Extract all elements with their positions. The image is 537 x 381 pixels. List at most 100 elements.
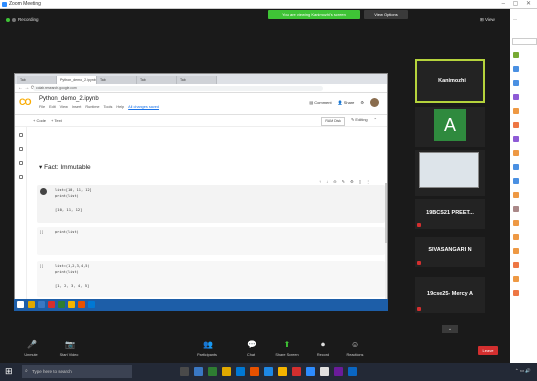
code-cell[interactable]: [ ] print(list) (37, 227, 385, 255)
add-code-button[interactable]: + Code (33, 118, 46, 123)
editing-mode-button[interactable]: ✎ Editing (351, 117, 368, 126)
system-tray[interactable]: ⌃ ▭ 🔊 (515, 368, 531, 374)
side-panel-item[interactable] (513, 261, 537, 269)
taskbar-app-icon[interactable] (306, 367, 315, 376)
close-panel-icon[interactable]: — (513, 16, 517, 21)
taskbar-app-icon[interactable] (320, 367, 329, 376)
code-snippets-icon[interactable] (19, 161, 23, 165)
side-panel-item[interactable] (513, 219, 537, 227)
reactions-button[interactable]: ☺ Reactions (338, 341, 372, 358)
side-panel-item[interactable] (513, 191, 537, 199)
menu-insert[interactable]: Insert (72, 105, 82, 109)
item-icon (513, 136, 519, 142)
side-panel-item[interactable] (513, 93, 537, 101)
add-text-button[interactable]: + Text (51, 118, 62, 123)
browser-tab[interactable]: Tab (17, 76, 57, 84)
side-panel-item[interactable] (513, 275, 537, 283)
view-button[interactable]: ⊞ View (480, 17, 495, 23)
colab-header-actions: ▤ Comment 👤 Share ⚙ (309, 98, 379, 107)
taskbar-app-icon[interactable] (278, 367, 287, 376)
participant-tile[interactable]: SIVASANGARI N (415, 237, 485, 267)
side-panel-item[interactable] (513, 65, 537, 73)
menu-file[interactable]: File (39, 105, 45, 109)
expand-icon[interactable]: ⌃ (374, 117, 377, 126)
side-panel-search[interactable] (512, 38, 537, 45)
side-panel-item[interactable] (513, 177, 537, 185)
comment-button[interactable]: ▤ Comment (309, 100, 331, 105)
menu-view[interactable]: View (60, 105, 68, 109)
browser-tab[interactable]: Tab (177, 76, 217, 84)
leave-meeting-button[interactable]: Leave (478, 346, 498, 355)
code-cell[interactable]: [ ] list=(1,2,3,4,5) print(list) [1, 2, … (37, 261, 385, 297)
notebook-scrollbar[interactable] (385, 183, 387, 310)
taskbar-app-icon[interactable] (334, 367, 343, 376)
side-panel-item[interactable] (513, 205, 537, 213)
colab-header: CO Python_demo_2.ipynb File Edit View In… (15, 93, 387, 115)
side-panel-item[interactable] (513, 107, 537, 115)
menu-help[interactable]: Help (116, 105, 124, 109)
code-cell[interactable]: list=[10, 11, 12] print(list) [10, 11, 1… (37, 185, 385, 223)
record-button[interactable]: ⏺ Record (306, 341, 340, 358)
side-panel-item[interactable] (513, 51, 537, 59)
unmute-button[interactable]: 🎤 Unmute (14, 341, 48, 358)
files-icon[interactable] (19, 175, 23, 179)
menu-runtime[interactable]: Runtime (85, 105, 99, 109)
browser-tab[interactable]: Tab (137, 76, 177, 84)
start-video-button[interactable]: 📷 Start Video (52, 341, 86, 358)
cell-toolbar[interactable]: ↑ ↓ ⊖ ✎ ⚙ ▯ ⋮ (319, 179, 372, 184)
participants-button[interactable]: 👥 Participants (190, 341, 224, 358)
toc-icon[interactable] (19, 133, 23, 137)
settings-gear-icon[interactable]: ⚙ (360, 100, 364, 105)
taskbar-app-icon[interactable] (348, 367, 357, 376)
view-label: View (485, 17, 495, 22)
taskbar-app-icon[interactable] (264, 367, 273, 376)
menu-edit[interactable]: Edit (49, 105, 56, 109)
browser-tab-active[interactable]: Python_demo_2.ipynb (57, 76, 97, 84)
side-panel-item[interactable] (513, 121, 537, 129)
taskbar-app-icon[interactable] (194, 367, 203, 376)
run-cell-icon[interactable] (40, 188, 47, 195)
side-panel-item[interactable] (513, 289, 537, 297)
side-panel-item[interactable] (513, 163, 537, 171)
participant-name: 19cse25- Mercy A (427, 291, 473, 297)
side-panel-item[interactable] (513, 233, 537, 241)
security-icon (6, 17, 10, 22)
participant-tile[interactable]: 19BCS21 PREET... (415, 199, 485, 229)
browser-tab[interactable]: Tab (97, 76, 137, 84)
participant-tile-active[interactable]: Kanimozhi (415, 59, 485, 103)
participant-tile[interactable]: A (415, 107, 485, 147)
chat-button[interactable]: 💬 Chat (234, 341, 268, 358)
taskbar-app-icon[interactable] (292, 367, 301, 376)
search-icon[interactable] (19, 147, 23, 151)
participant-tile[interactable]: 19cse25- Mercy A (415, 277, 485, 313)
menu-tools[interactable]: Tools (103, 105, 112, 109)
side-panel-item[interactable] (513, 79, 537, 87)
window-controls[interactable]: – ▢ ✕ (502, 0, 534, 7)
view-options-button[interactable]: View Options (364, 10, 408, 19)
windows-search-box[interactable]: ⌕ Type here to search (22, 365, 132, 378)
title-bar: Zoom Meeting – ▢ ✕ (0, 0, 537, 9)
share-label: Share (343, 100, 355, 105)
start-icon (17, 301, 24, 308)
participant-tile[interactable] (415, 150, 485, 196)
app-icon (88, 301, 95, 308)
zoom-share-area: You are viewing Kanimozhi's screen View … (0, 9, 510, 339)
taskbar-app-icon[interactable] (208, 367, 217, 376)
participants-scroll-down-button[interactable]: ⌄ (442, 325, 458, 333)
url-field[interactable]: colab.research.google.com (33, 86, 323, 91)
side-panel-item[interactable] (513, 149, 537, 157)
side-panel-item[interactable] (513, 135, 537, 143)
colab-toolbar: + Code + Text RAM Disk ✎ Editing ⌃ (15, 115, 387, 127)
taskbar-app-icon[interactable] (180, 367, 189, 376)
ram-disk-indicator[interactable]: RAM Disk (321, 117, 345, 126)
windows-start-icon[interactable]: ⊞ (5, 367, 14, 376)
scrollbar-thumb[interactable] (385, 183, 387, 243)
notebook-title[interactable]: Python_demo_2.ipynb (39, 96, 99, 102)
side-panel-item[interactable] (513, 247, 537, 255)
share-button[interactable]: 👤 Share (338, 100, 355, 105)
taskbar-app-icon[interactable] (222, 367, 231, 376)
user-avatar[interactable] (370, 98, 379, 107)
taskbar-app-icon[interactable] (236, 367, 245, 376)
share-screen-button[interactable]: ⬆ Share Screen (270, 341, 304, 358)
taskbar-app-icon[interactable] (250, 367, 259, 376)
